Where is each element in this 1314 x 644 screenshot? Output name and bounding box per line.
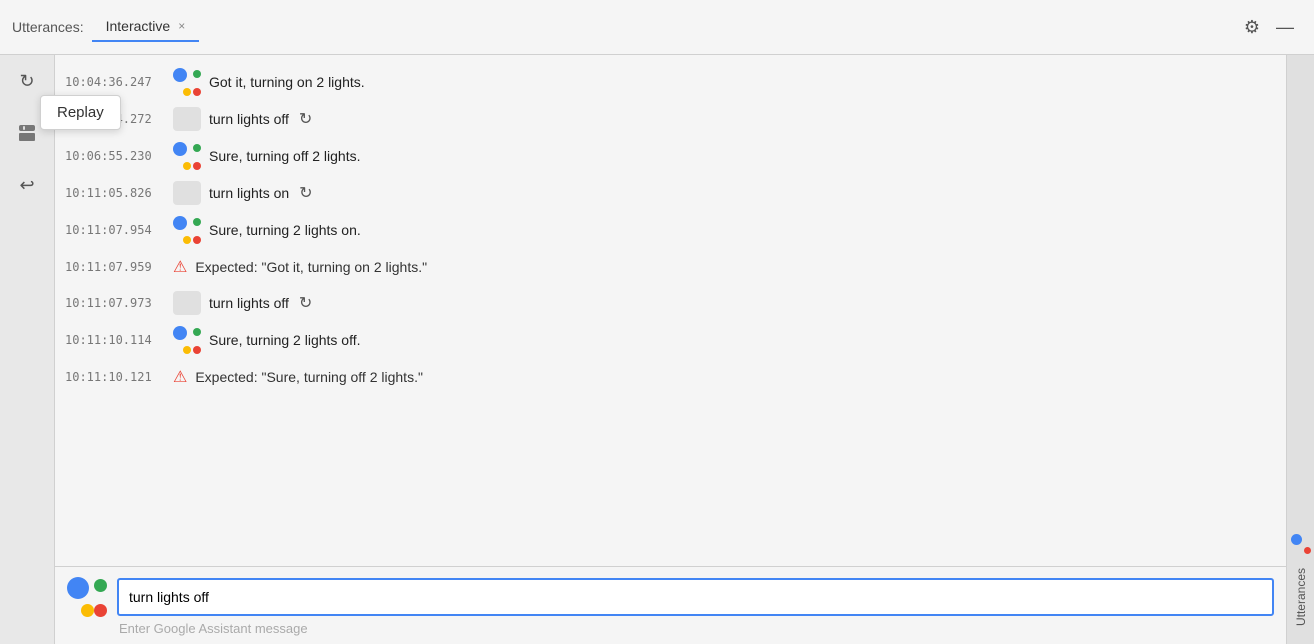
message-row: 10:11:05.826 turn lights on ↻ xyxy=(55,175,1286,211)
title-bar: Utterances: Interactive × ⚙ — xyxy=(0,0,1314,55)
timestamp: 10:11:05.826 xyxy=(65,186,165,200)
message-text: turn lights off xyxy=(209,295,289,311)
settings-button[interactable]: ⚙ xyxy=(1236,13,1268,42)
right-avatar xyxy=(1291,534,1311,554)
left-sidebar: ↻ Replay ↩ xyxy=(0,55,55,644)
message-row: 10:11:07.959 ⚠ Expected: "Got it, turnin… xyxy=(55,249,1286,285)
tooltip-label: Replay xyxy=(57,104,104,121)
user-row: turn lights on ↻ xyxy=(173,181,315,205)
error-text: Expected: "Got it, turning on 2 lights." xyxy=(195,259,427,275)
minimize-button[interactable]: — xyxy=(1268,13,1302,42)
right-sidebar[interactable]: Utterances xyxy=(1286,55,1314,644)
user-box xyxy=(173,181,201,205)
message-text: turn lights on xyxy=(209,185,289,201)
user-row: turn lights off ↻ xyxy=(173,107,314,131)
assistant-avatar xyxy=(173,216,201,244)
timestamp: 10:04:36.247 xyxy=(65,75,165,89)
error-icon: ⚠ xyxy=(173,257,187,277)
replay-button[interactable]: ↻ xyxy=(297,293,314,313)
messages-list: 10:04:36.247 Got it, turning on 2 lights… xyxy=(55,55,1286,566)
replay-icon[interactable]: ↻ xyxy=(11,65,43,97)
user-row: turn lights off ↻ xyxy=(173,291,314,315)
replay-button[interactable]: ↻ xyxy=(297,109,314,129)
message-row: 10:11:10.121 ⚠ Expected: "Sure, turning … xyxy=(55,359,1286,395)
timestamp: 10:11:07.973 xyxy=(65,296,165,310)
utterances-sidebar-label[interactable]: Utterances xyxy=(1294,560,1308,634)
message-row: 10:11:07.954 Sure, turning 2 lights on. xyxy=(55,211,1286,249)
timestamp: 10:06:55.230 xyxy=(65,149,165,163)
replay-button[interactable]: ↻ xyxy=(297,183,314,203)
interactive-tab[interactable]: Interactive × xyxy=(92,12,200,42)
save-icon[interactable] xyxy=(11,117,43,149)
message-input[interactable] xyxy=(117,578,1274,616)
message-text: Got it, turning on 2 lights. xyxy=(209,74,365,90)
assistant-avatar xyxy=(173,68,201,96)
main-area: ↻ Replay ↩ 10:04:36.247 xyxy=(0,55,1314,644)
message-text: Sure, turning off 2 lights. xyxy=(209,148,361,164)
content-area: 10:04:36.247 Got it, turning on 2 lights… xyxy=(55,55,1286,644)
error-icon: ⚠ xyxy=(173,367,187,387)
tab-close-icon[interactable]: × xyxy=(178,20,185,32)
assistant-avatar xyxy=(173,142,201,170)
timestamp: 10:11:07.959 xyxy=(65,260,165,274)
error-text: Expected: "Sure, turning off 2 lights." xyxy=(195,369,423,385)
timestamp: 10:11:10.114 xyxy=(65,333,165,347)
timestamp: 10:11:10.121 xyxy=(65,370,165,384)
input-placeholder: Enter Google Assistant message xyxy=(119,621,1274,636)
input-row xyxy=(67,577,1274,617)
replay-tooltip: Replay xyxy=(40,95,121,130)
message-row: 10:11:07.973 turn lights off ↻ xyxy=(55,285,1286,321)
tab-label: Interactive xyxy=(106,18,171,34)
message-text: turn lights off xyxy=(209,111,289,127)
input-area: Enter Google Assistant message xyxy=(55,566,1286,644)
message-row: 10:04:36.247 Got it, turning on 2 lights… xyxy=(55,63,1286,101)
timestamp: 10:11:07.954 xyxy=(65,223,165,237)
message-text: Sure, turning 2 lights off. xyxy=(209,332,361,348)
message-row: 10:05:14.272 turn lights off ↻ xyxy=(55,101,1286,137)
user-box xyxy=(173,291,201,315)
user-avatar-large xyxy=(67,577,107,617)
message-row: 10:06:55.230 Sure, turning off 2 lights. xyxy=(55,137,1286,175)
utterances-label: Utterances: xyxy=(12,19,84,35)
undo-icon[interactable]: ↩ xyxy=(11,169,43,201)
user-box xyxy=(173,107,201,131)
assistant-avatar xyxy=(173,326,201,354)
message-row: 10:11:10.114 Sure, turning 2 lights off. xyxy=(55,321,1286,359)
message-text: Sure, turning 2 lights on. xyxy=(209,222,361,238)
